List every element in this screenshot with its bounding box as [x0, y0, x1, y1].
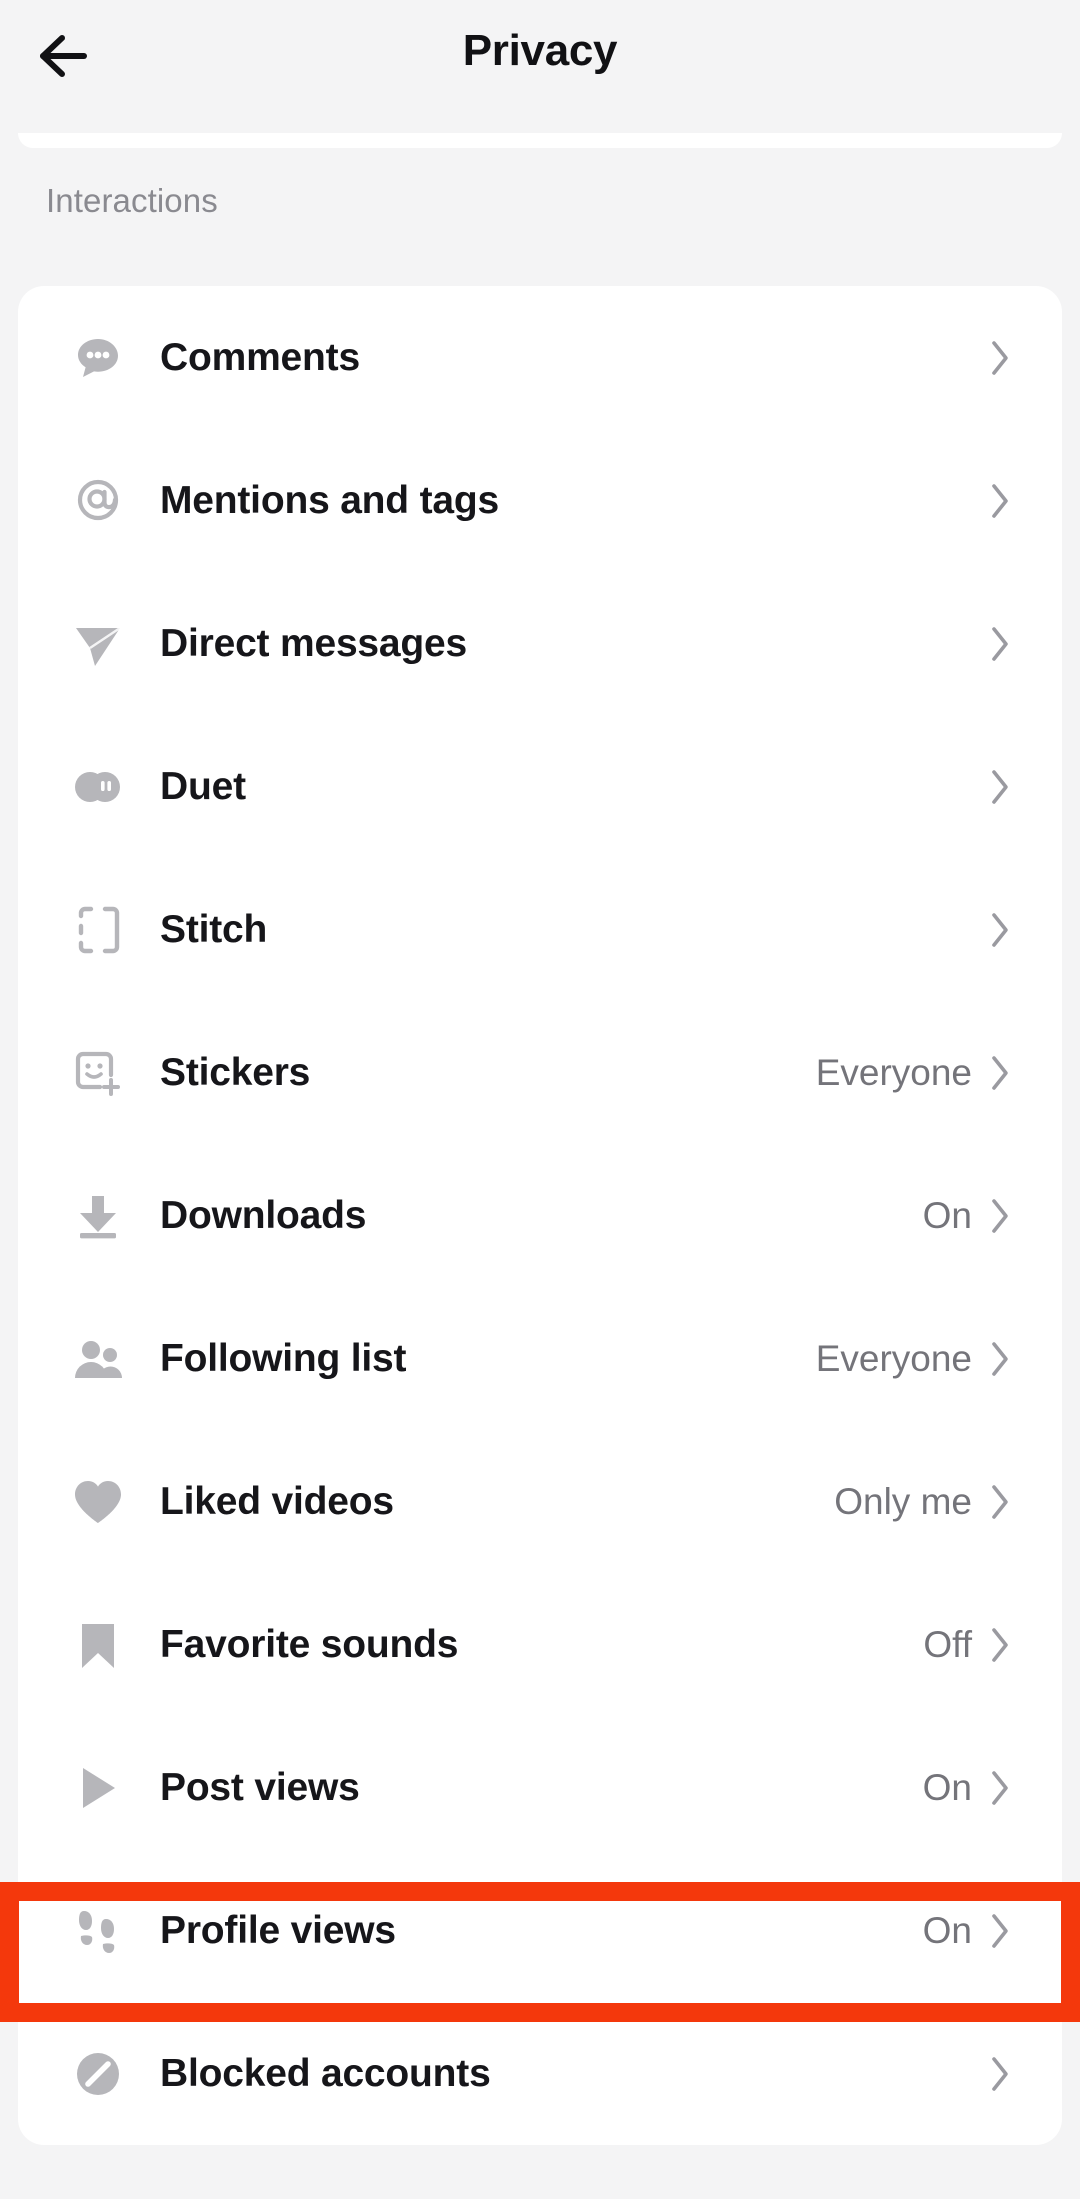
settings-row-label: Following list [160, 1337, 406, 1381]
chevron-right-icon [988, 2054, 1012, 2094]
settings-row-duet[interactable]: Duet [18, 715, 1062, 858]
section-label-interactions: Interactions [46, 182, 218, 220]
chevron-right-icon [988, 1625, 1012, 1665]
settings-row-value: Everyone [816, 1338, 972, 1380]
settings-row-trailing: On [923, 1767, 1012, 1809]
settings-row-label: Blocked accounts [160, 2052, 491, 2096]
duet-circles-icon [72, 761, 124, 813]
settings-row-label: Favorite sounds [160, 1623, 458, 1667]
bookmark-icon [72, 1619, 124, 1671]
settings-row-label: Direct messages [160, 622, 467, 666]
page-header: Privacy [0, 0, 1080, 108]
footprints-icon [72, 1905, 124, 1957]
chevron-right-icon [988, 624, 1012, 664]
settings-row-trailing [988, 624, 1012, 664]
settings-row-post-views[interactable]: Post views On [18, 1716, 1062, 1859]
chevron-right-icon [988, 1482, 1012, 1522]
settings-row-following-list[interactable]: Following list Everyone [18, 1287, 1062, 1430]
chevron-right-icon [988, 1196, 1012, 1236]
settings-row-value: Everyone [816, 1052, 972, 1094]
settings-row-label: Mentions and tags [160, 479, 499, 523]
settings-row-trailing: Everyone [816, 1052, 1012, 1094]
at-mention-icon [72, 475, 124, 527]
sticker-smiley-icon [72, 1047, 124, 1099]
settings-row-favorite-sounds[interactable]: Favorite sounds Off [18, 1573, 1062, 1716]
settings-row-label: Stickers [160, 1051, 310, 1095]
settings-row-value: On [923, 1195, 972, 1237]
settings-row-trailing [988, 767, 1012, 807]
page-title: Privacy [0, 26, 1080, 76]
chevron-right-icon [988, 1768, 1012, 1808]
settings-row-label: Liked videos [160, 1480, 394, 1524]
settings-row-label: Stitch [160, 908, 267, 952]
settings-row-blocked-accounts[interactable]: Blocked accounts [18, 2002, 1062, 2145]
settings-row-liked-videos[interactable]: Liked videos Only me [18, 1430, 1062, 1573]
settings-row-trailing [988, 2054, 1012, 2094]
chevron-right-icon [988, 910, 1012, 950]
settings-row-label: Comments [160, 336, 360, 380]
play-triangle-icon [72, 1762, 124, 1814]
settings-row-stitch[interactable]: Stitch [18, 858, 1062, 1001]
settings-row-trailing [988, 481, 1012, 521]
chevron-right-icon [988, 767, 1012, 807]
comment-bubble-icon [72, 332, 124, 384]
settings-row-value: On [923, 1767, 972, 1809]
settings-row-label: Profile views [160, 1909, 396, 1953]
chevron-right-icon [988, 1911, 1012, 1951]
heart-icon [72, 1476, 124, 1528]
settings-row-trailing [988, 910, 1012, 950]
settings-row-value: Off [923, 1624, 972, 1666]
settings-row-value: Only me [834, 1481, 972, 1523]
settings-row-label: Post views [160, 1766, 360, 1810]
settings-row-trailing: Everyone [816, 1338, 1012, 1380]
settings-row-mentions-and-tags[interactable]: Mentions and tags [18, 429, 1062, 572]
settings-card-interactions: Comments Mentions and tags Direct messag… [18, 286, 1062, 2145]
chevron-right-icon [988, 338, 1012, 378]
chevron-right-icon [988, 1339, 1012, 1379]
settings-row-label: Duet [160, 765, 246, 809]
settings-row-trailing: On [923, 1910, 1012, 1952]
previous-card-edge [18, 133, 1062, 148]
settings-row-direct-messages[interactable]: Direct messages [18, 572, 1062, 715]
chevron-right-icon [988, 481, 1012, 521]
block-circle-icon [72, 2048, 124, 2100]
send-plane-icon [72, 618, 124, 670]
chevron-right-icon [988, 1053, 1012, 1093]
settings-row-value: On [923, 1910, 972, 1952]
settings-row-downloads[interactable]: Downloads On [18, 1144, 1062, 1287]
settings-row-trailing: Only me [834, 1481, 1012, 1523]
people-group-icon [72, 1333, 124, 1385]
settings-row-comments[interactable]: Comments [18, 286, 1062, 429]
settings-row-trailing [988, 338, 1012, 378]
stitch-bracket-icon [72, 904, 124, 956]
download-arrow-icon [72, 1190, 124, 1242]
settings-row-profile-views[interactable]: Profile views On [18, 1859, 1062, 2002]
settings-row-stickers[interactable]: Stickers Everyone [18, 1001, 1062, 1144]
settings-row-trailing: Off [923, 1624, 1012, 1666]
settings-row-trailing: On [923, 1195, 1012, 1237]
settings-row-label: Downloads [160, 1194, 366, 1238]
